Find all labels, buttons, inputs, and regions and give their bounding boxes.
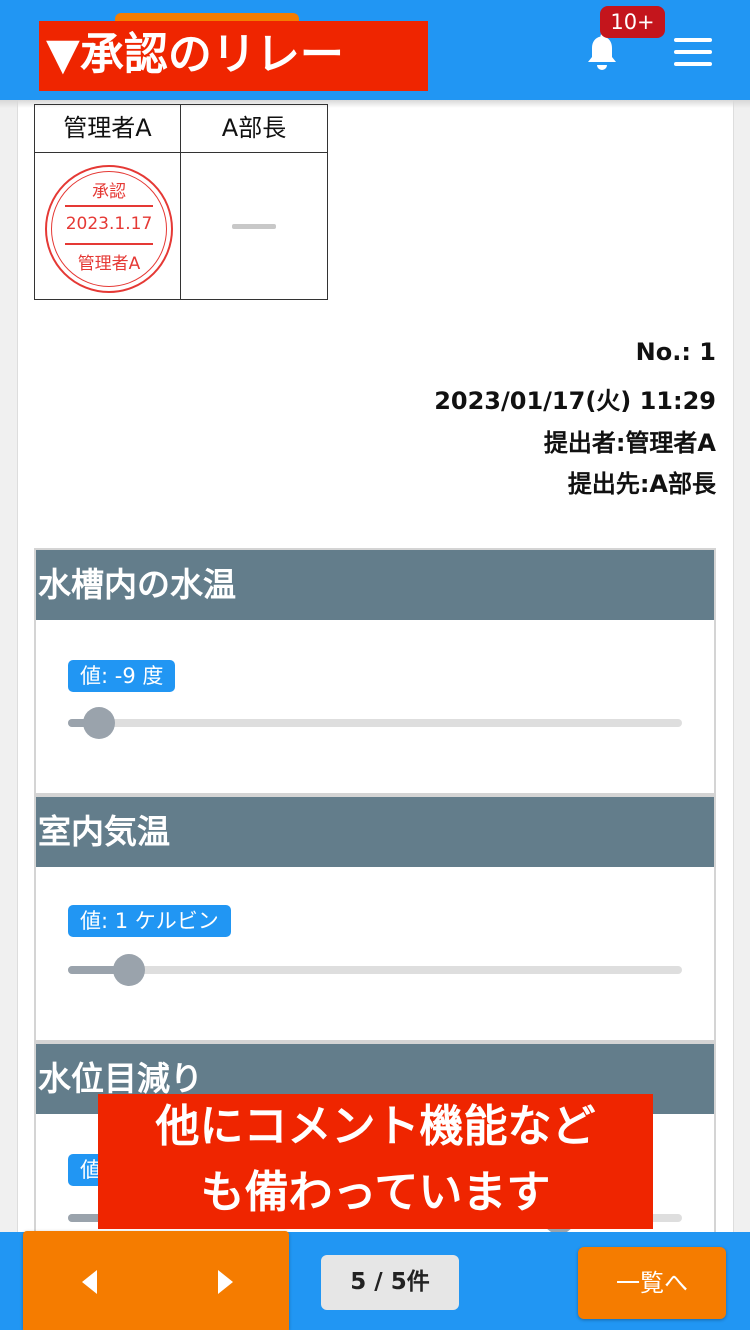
stamp-status: 承認 (92, 182, 126, 202)
caption-text: 他にコメント機能など も備わっています (98, 1094, 653, 1226)
recipient: 提出先:A部長 (567, 470, 716, 498)
caption-line-1: 他にコメント機能など (155, 1101, 596, 1152)
approver-column-1: 管理者A (35, 105, 181, 153)
submitter: 提出者:管理者A (543, 429, 716, 457)
slider-track[interactable] (68, 954, 682, 986)
slider-thumb[interactable] (82, 707, 115, 739)
approval-stamp: 承認 2023.1.17 管理者A (45, 165, 173, 293)
value-badge: 値: 1 ケルビン (68, 905, 231, 937)
stamp-date: 2023.1.17 (65, 214, 153, 234)
section-title: 水槽内の水温 (36, 550, 714, 620)
report-number: No.: 1 (635, 338, 716, 366)
section-room-temp: 室内気温 値: 1 ケルビン (34, 795, 716, 1042)
next-arrow-icon[interactable] (218, 1270, 233, 1294)
stamp-approver: 管理者A (77, 254, 141, 274)
notification-badge[interactable]: 10+ (600, 6, 665, 38)
approver-column-2: A部長 (181, 105, 327, 153)
list-view-button[interactable]: 一覧へ (578, 1247, 726, 1319)
slider-track[interactable] (68, 707, 682, 739)
value-badge: 値: -9 度 (68, 660, 176, 692)
page-title: ▼承認のリレー (46, 29, 344, 80)
caption-line-2: も備わっています (200, 1167, 551, 1218)
section-title: 室内気温 (36, 797, 714, 867)
slider-thumb[interactable] (113, 954, 146, 986)
hamburger-menu-icon[interactable] (674, 38, 712, 66)
pager-indicator: 5 / 5件 (321, 1255, 459, 1310)
pending-mark (232, 224, 276, 229)
prev-arrow-icon[interactable] (82, 1270, 97, 1294)
report-datetime: 2023/01/17(火) 11:29 (434, 387, 716, 415)
section-water-temp: 水槽内の水温 値: -9 度 (34, 548, 716, 795)
prev-next-nav (23, 1231, 289, 1330)
